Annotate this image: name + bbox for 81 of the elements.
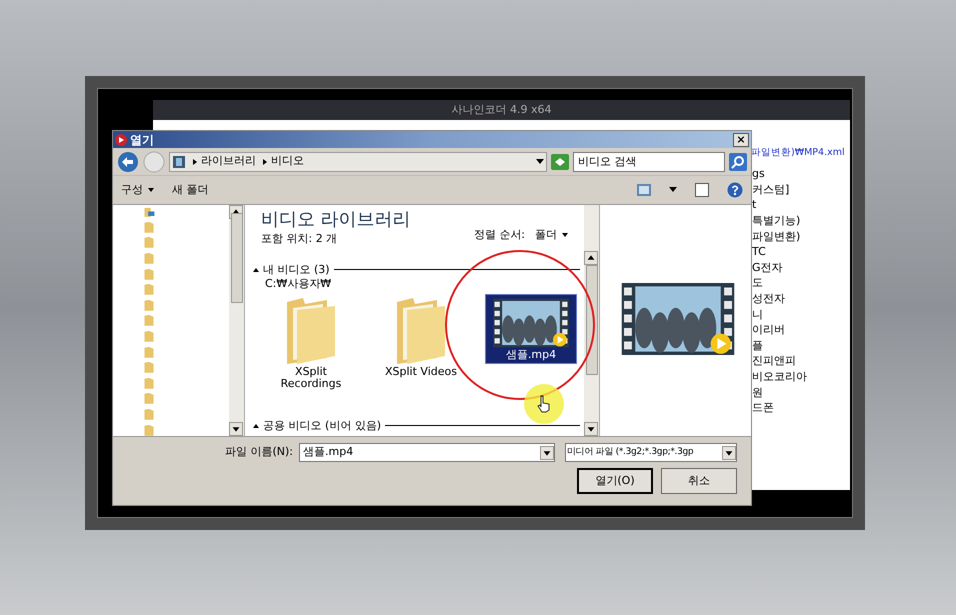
file-type-dropdown[interactable]: 미디어 파일 (*.3g2;*.3gp;*.3gp [565, 443, 737, 462]
group-header[interactable]: 공용 비디오 (비어 있음) [263, 418, 382, 434]
caret-icon [253, 422, 259, 429]
folder-icon [143, 236, 155, 249]
list-item[interactable]: G전자 [750, 260, 850, 276]
sort-dropdown[interactable]: 폴더 [535, 227, 568, 244]
preview-pane-icon[interactable] [695, 183, 709, 197]
file-name-field[interactable]: 샘플.mp4 [299, 443, 555, 462]
folder-icon [143, 408, 155, 420]
caret-icon [562, 232, 568, 238]
list-item[interactable]: gs [750, 166, 850, 182]
new-folder-button[interactable]: 새 폴더 [172, 182, 208, 198]
dialog-title: 열기 [130, 132, 154, 148]
dropdown-caret-icon[interactable] [536, 158, 544, 164]
list-item[interactable]: 파일변환) [750, 228, 850, 244]
folder-icon [143, 361, 155, 374]
folder-icon [143, 252, 155, 265]
video-file-item[interactable]: 샘플.mp4 [485, 294, 577, 364]
folder-icon [143, 283, 155, 296]
library-subtitle: 포함 위치: 2 개 [261, 231, 338, 247]
folder-icon [143, 392, 155, 405]
folder-item[interactable]: XSplit Videos [375, 294, 467, 380]
caret-icon [253, 266, 259, 273]
app-title: 사나인코더 4.9 x64 [452, 102, 552, 118]
item-label: 샘플.mp4 [506, 349, 556, 361]
list-item[interactable]: 커스텀] [750, 182, 850, 198]
folder-icon [143, 346, 155, 358]
list-item[interactable]: 드폰 [750, 400, 850, 416]
list-item[interactable]: 진피앤피 [750, 353, 850, 369]
item-label: XSplit Videos [385, 366, 457, 378]
help-icon[interactable] [727, 182, 743, 198]
caret-icon [192, 158, 198, 164]
collapse-arrow-icon[interactable] [253, 266, 259, 273]
organize-menu[interactable]: 구성 [121, 182, 154, 198]
scrollbar[interactable] [229, 205, 244, 436]
hand-cursor-icon [537, 395, 551, 413]
caret-icon [148, 187, 154, 193]
list-item[interactable]: 도 [750, 275, 850, 291]
folder-icon [143, 314, 155, 327]
scroll-thumb[interactable] [230, 213, 242, 303]
item-label: XSplit Recordings [280, 366, 342, 390]
dropdown-caret-icon[interactable] [669, 187, 677, 193]
list-item[interactable]: 특별기능) [750, 213, 850, 229]
folder-icon [143, 376, 155, 390]
list-item[interactable]: TC [750, 244, 850, 260]
list-item[interactable]: 비오코리아 [750, 368, 850, 385]
search-field[interactable]: 비디오 검색 [573, 152, 725, 172]
list-item[interactable]: t [750, 197, 850, 214]
back-icon[interactable] [117, 150, 139, 172]
collapse-arrow-icon[interactable] [253, 422, 259, 429]
group-path: C:₩사용자₩ [264, 278, 332, 290]
scrollbar[interactable] [584, 205, 599, 436]
file-name-value: 샘플.mp4 [303, 444, 354, 460]
list-item[interactable]: 니 [750, 306, 850, 322]
cancel-button[interactable]: 취소 [661, 468, 737, 494]
file-type-value: 미디어 파일 (*.3g2;*.3gp;*.3gp [567, 446, 694, 459]
scroll-thumb[interactable] [586, 265, 598, 375]
list-item[interactable]: 이리버 [750, 322, 850, 338]
list-item[interactable]: 원 [750, 384, 850, 400]
app-logo-icon [115, 134, 127, 146]
sort-label: 정렬 순서: [474, 227, 525, 243]
search-icon[interactable] [729, 152, 747, 170]
breadcrumb-item[interactable]: 라이브러리 [201, 153, 256, 170]
breadcrumb-item[interactable]: 비디오 [271, 153, 304, 170]
folder-icon [143, 330, 155, 343]
caret-icon [262, 158, 268, 164]
list-item[interactable]: 플 [750, 338, 850, 354]
view-icon[interactable] [637, 184, 651, 196]
folder-item[interactable]: XSplit Recordings [265, 294, 357, 392]
folder-icon [143, 220, 155, 234]
folder-icon [143, 424, 155, 436]
file-name-label: 파일 이름(N): [224, 444, 293, 460]
close-button[interactable]: × [733, 132, 749, 146]
open-button[interactable]: 열기(O) [577, 468, 653, 494]
folder-icon [143, 298, 155, 312]
file-path-text: 파일변환)₩MP4.xml [750, 146, 846, 160]
folder-icon [143, 268, 155, 280]
list-item[interactable]: 성전자 [750, 291, 850, 307]
library-title: 비디오 라이브러리 [261, 209, 411, 231]
address-field[interactable]: 라이브러리 비디오 [169, 152, 547, 172]
group-header[interactable]: 내 비디오 (3) [263, 262, 330, 278]
